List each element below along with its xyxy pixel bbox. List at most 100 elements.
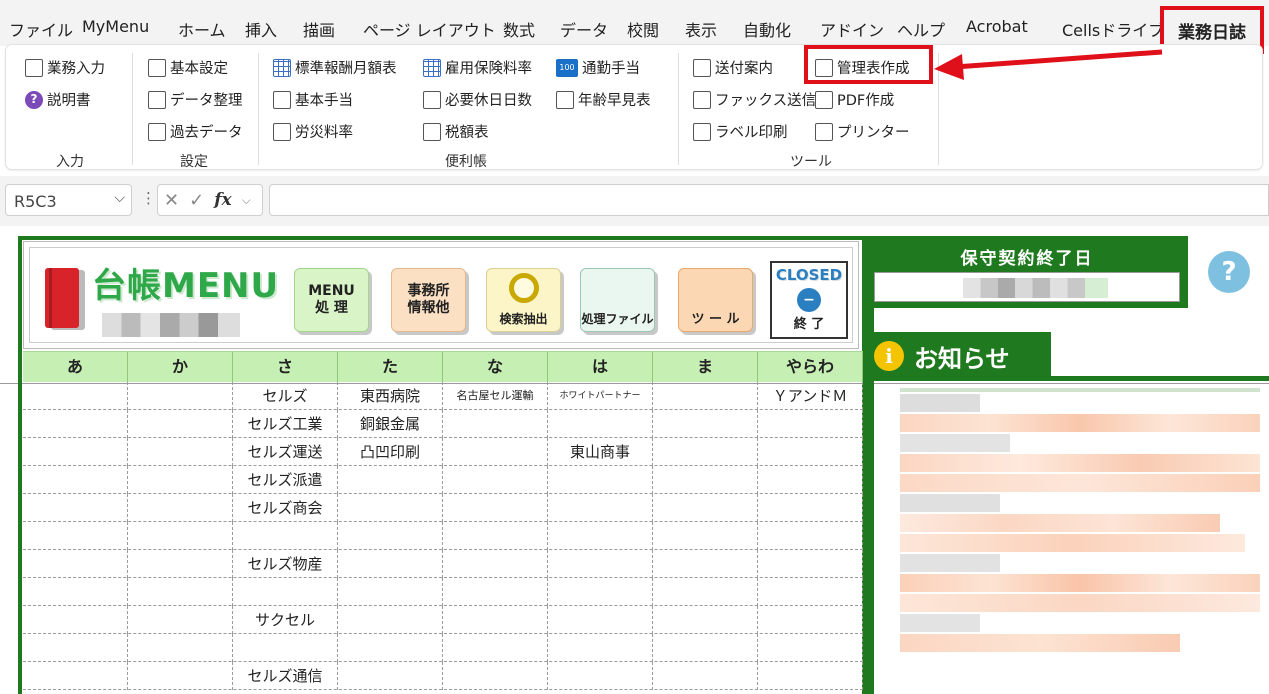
gyomu-input-button[interactable]: 業務入力 xyxy=(25,57,105,78)
company-cell[interactable] xyxy=(233,634,338,662)
company-cell[interactable] xyxy=(338,578,443,606)
company-cell[interactable] xyxy=(548,550,653,578)
age-chart-button[interactable]: 年齢早見表 xyxy=(556,89,651,110)
office-info-button[interactable]: 事務所 情報他 xyxy=(391,268,466,332)
company-cell[interactable] xyxy=(758,410,863,438)
tab-acrobat[interactable]: Acrobat xyxy=(966,17,1028,36)
company-cell[interactable]: サクセル xyxy=(233,606,338,634)
company-cell[interactable] xyxy=(338,550,443,578)
required-holidays-button[interactable]: 必要休日日数 xyxy=(423,89,532,110)
company-cell[interactable] xyxy=(23,438,128,466)
company-cell[interactable] xyxy=(128,494,233,522)
commute-allowance-button[interactable]: 100 通勤手当 xyxy=(556,57,640,78)
company-cell[interactable] xyxy=(23,466,128,494)
enter-icon[interactable]: ✓ xyxy=(189,190,204,211)
company-cell[interactable]: 銅銀金属 xyxy=(338,410,443,438)
company-cell[interactable] xyxy=(443,522,548,550)
company-cell[interactable] xyxy=(653,466,758,494)
company-cell[interactable] xyxy=(23,662,128,690)
company-cell[interactable] xyxy=(653,522,758,550)
company-cell[interactable] xyxy=(443,606,548,634)
company-cell[interactable] xyxy=(548,606,653,634)
fax-send-button[interactable]: ファックス送信 xyxy=(693,89,816,110)
menu-process-button[interactable]: MENU 処 理 xyxy=(294,268,369,332)
company-cell[interactable] xyxy=(758,494,863,522)
basic-allowance-button[interactable]: 基本手当 xyxy=(273,89,353,110)
company-cell[interactable] xyxy=(443,578,548,606)
company-cell[interactable] xyxy=(758,662,863,690)
company-cell[interactable] xyxy=(548,634,653,662)
tab-review[interactable]: 校閲 xyxy=(627,17,659,41)
company-cell[interactable] xyxy=(443,662,548,690)
company-cell[interactable] xyxy=(653,550,758,578)
company-cell[interactable] xyxy=(653,578,758,606)
tax-table-button[interactable]: 税額表 xyxy=(423,121,489,142)
company-cell[interactable] xyxy=(128,606,233,634)
company-cell[interactable]: ＹアンドＭ xyxy=(758,382,863,410)
company-cell[interactable] xyxy=(338,606,443,634)
company-cell[interactable] xyxy=(653,662,758,690)
company-cell[interactable] xyxy=(338,634,443,662)
company-cell[interactable]: セルズ運送 xyxy=(233,438,338,466)
company-cell[interactable] xyxy=(548,466,653,494)
company-cell[interactable] xyxy=(758,438,863,466)
company-cell[interactable] xyxy=(128,382,233,410)
company-cell[interactable] xyxy=(548,494,653,522)
company-cell[interactable] xyxy=(23,550,128,578)
pdf-create-button[interactable]: PDF作成 xyxy=(815,89,894,110)
tab-view[interactable]: 表示 xyxy=(685,17,717,41)
company-cell[interactable] xyxy=(338,466,443,494)
formula-input[interactable] xyxy=(269,184,1269,216)
company-cell[interactable] xyxy=(23,382,128,410)
company-cell[interactable] xyxy=(443,634,548,662)
company-cell[interactable] xyxy=(23,410,128,438)
company-cell[interactable]: セルズ xyxy=(233,382,338,410)
company-cell[interactable] xyxy=(758,634,863,662)
process-file-button[interactable]: 処理ファイル xyxy=(580,268,655,332)
name-box[interactable]: R5C3 ⌵ xyxy=(5,184,132,216)
tab-home[interactable]: ホーム xyxy=(178,17,226,41)
maintenance-date-field[interactable] xyxy=(874,272,1180,302)
tab-help[interactable]: ヘルプ xyxy=(897,17,945,41)
send-cover-button[interactable]: 送付案内 xyxy=(693,57,773,78)
column-header-yarawa[interactable]: やらわ xyxy=(758,352,863,382)
company-cell[interactable] xyxy=(338,494,443,522)
tab-formulas[interactable]: 数式 xyxy=(503,17,535,41)
column-header-a[interactable]: あ xyxy=(23,352,128,382)
company-cell[interactable] xyxy=(653,494,758,522)
company-cell[interactable] xyxy=(443,494,548,522)
basic-settings-button[interactable]: 基本設定 xyxy=(148,57,228,78)
company-cell[interactable]: セルズ物産 xyxy=(233,550,338,578)
more-dots-icon[interactable]: ⋮ xyxy=(141,189,156,207)
company-cell[interactable] xyxy=(548,662,653,690)
company-cell[interactable] xyxy=(443,550,548,578)
employment-insurance-rate-button[interactable]: 雇用保険料率 xyxy=(423,57,532,78)
manual-button[interactable]: ? 説明書 xyxy=(25,89,91,110)
insert-function-icon[interactable]: fx xyxy=(214,190,231,210)
tab-automate[interactable]: 自動化 xyxy=(743,17,791,41)
company-cell[interactable] xyxy=(128,466,233,494)
company-cell[interactable] xyxy=(653,410,758,438)
company-cell[interactable]: 凸凹印刷 xyxy=(338,438,443,466)
workers-comp-rate-button[interactable]: 労災料率 xyxy=(273,121,353,142)
tab-page-layout[interactable]: ページ レイアウト xyxy=(363,17,496,41)
tool-button[interactable]: ツ ー ル xyxy=(678,268,753,332)
company-cell[interactable]: 名古屋セル運輸 xyxy=(443,382,548,410)
company-cell[interactable] xyxy=(23,494,128,522)
search-extract-button[interactable]: 検索抽出 xyxy=(486,268,561,332)
company-cell[interactable] xyxy=(758,606,863,634)
close-exit-button[interactable]: CLOSED − 終 了 xyxy=(770,261,848,339)
company-cell[interactable] xyxy=(548,578,653,606)
company-cell[interactable] xyxy=(548,522,653,550)
company-cell[interactable]: セルズ商会 xyxy=(233,494,338,522)
help-icon[interactable]: ? xyxy=(1208,251,1250,293)
data-cleanup-button[interactable]: データ整理 xyxy=(148,89,243,110)
company-cell[interactable] xyxy=(128,550,233,578)
column-header-na[interactable]: な xyxy=(443,352,548,382)
company-cell[interactable]: セルズ工業 xyxy=(233,410,338,438)
past-data-button[interactable]: 過去データ xyxy=(148,121,243,142)
company-cell[interactable] xyxy=(23,606,128,634)
column-header-ha[interactable]: は xyxy=(548,352,653,382)
tab-insert[interactable]: 挿入 xyxy=(245,17,277,41)
column-header-ka[interactable]: か xyxy=(128,352,233,382)
